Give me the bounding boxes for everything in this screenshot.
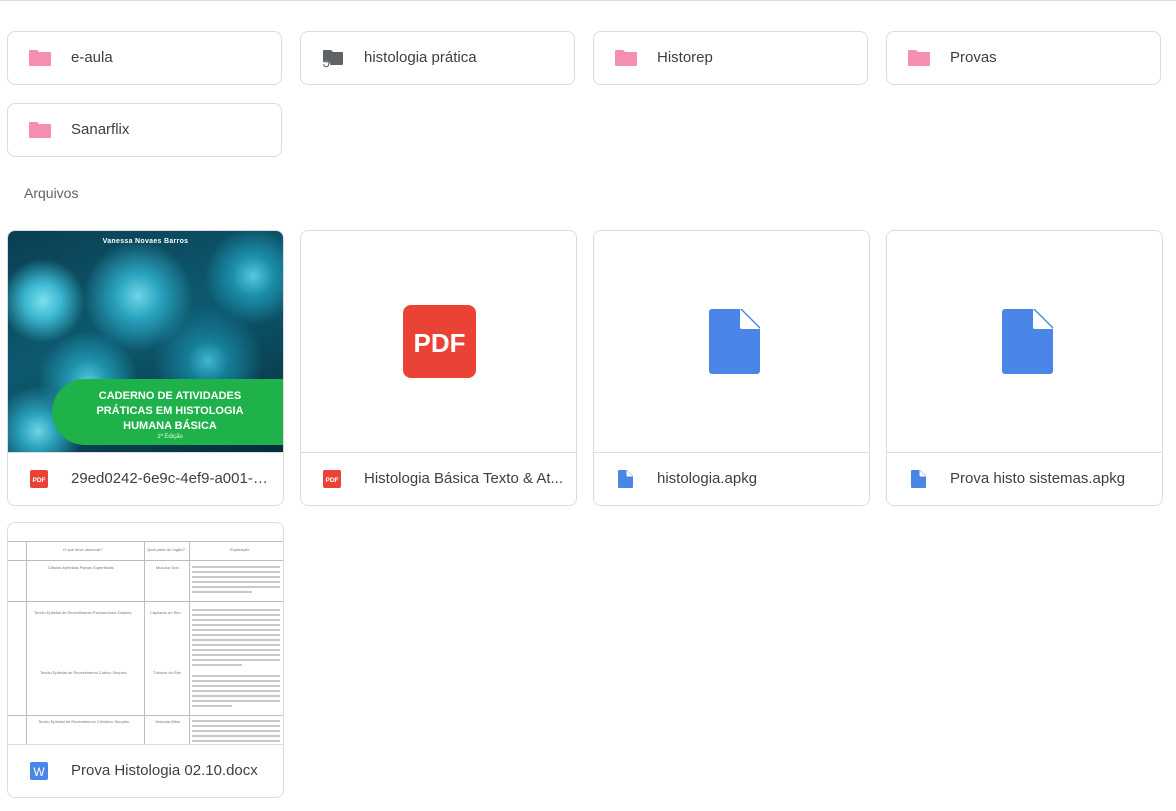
file-icon	[911, 470, 926, 488]
doc-header-cell: Qual parte do órgão?	[147, 547, 185, 552]
file-name: 29ed0242-6e9c-4ef9-a001-6...	[71, 470, 271, 487]
file-footer: PDF Histologia Básica Texto & At...	[301, 452, 576, 505]
book-cover-image: Vanessa Novaes Barros CADERNO DE ATIVIDA…	[8, 231, 283, 452]
svg-text:PDF: PDF	[326, 477, 339, 484]
file-thumbnail: PDF	[301, 231, 576, 452]
folder-icon	[615, 50, 637, 66]
file-name: histologia.apkg	[657, 470, 758, 487]
svg-text:W: W	[33, 765, 45, 779]
file-name: Histologia Básica Texto & At...	[364, 470, 563, 487]
folder-icon	[29, 122, 51, 138]
folder-name: Historep	[657, 49, 713, 66]
doc-row-cell: Capilares do Rim	[150, 610, 181, 615]
file-footer: PDF 29ed0242-6e9c-4ef9-a001-6...	[8, 452, 283, 505]
word-icon: W	[30, 762, 48, 780]
folder-card-sanarflix[interactable]: Sanarflix	[7, 103, 282, 157]
file-card-histologia-apkg[interactable]: histologia.apkg	[593, 230, 870, 506]
file-thumbnail	[887, 231, 1162, 452]
file-large-icon	[1002, 309, 1053, 374]
svg-text:PDF: PDF	[33, 477, 46, 484]
doc-row-cell: Tecido Epitelial de Revestimento Cúbico …	[40, 670, 127, 675]
file-footer: histologia.apkg	[594, 452, 869, 505]
file-thumbnail	[594, 231, 869, 452]
doc-row-cell: Tecido Epitelial de Revestimento Cilíndr…	[38, 719, 129, 724]
folder-card-historep[interactable]: Historep	[593, 31, 868, 85]
file-thumbnail: Vanessa Novaes Barros CADERNO DE ATIVIDA…	[8, 231, 283, 452]
folder-name: Sanarflix	[71, 121, 130, 138]
file-footer: W Prova Histologia 02.10.docx	[8, 744, 283, 797]
file-name: Prova histo sistemas.apkg	[950, 470, 1126, 487]
doc-row-cell: Vesícula Biliar	[155, 719, 181, 724]
folder-name: Provas	[950, 49, 997, 66]
folder-card-histologia-pratica[interactable]: histologia prática	[300, 31, 575, 85]
cover-author: Vanessa Novaes Barros	[102, 238, 189, 245]
top-divider	[0, 0, 1176, 1]
folder-icon	[29, 50, 51, 66]
pdf-icon: PDF	[30, 470, 48, 488]
folder-card-provas[interactable]: Provas	[886, 31, 1161, 85]
shared-folder-icon	[321, 50, 343, 70]
doc-row-cell: Mucosa Oral	[156, 565, 179, 570]
file-footer: Prova histo sistemas.apkg	[887, 452, 1162, 505]
folder-icon	[908, 50, 930, 66]
pdf-large-icon: PDF	[403, 305, 476, 378]
document-preview: O que deve observar? Qual parte do órgão…	[8, 523, 283, 744]
files-section-heading: Arquivos	[24, 185, 79, 201]
file-name: Prova Histologia 02.10.docx	[71, 762, 258, 779]
file-thumbnail: O que deve observar? Qual parte do órgão…	[8, 523, 283, 744]
file-large-icon	[709, 309, 760, 374]
file-icon	[618, 470, 633, 488]
doc-row-cell: Túbulos do Rim	[153, 670, 182, 675]
cover-edition: 1ª Edição	[157, 434, 183, 440]
file-card-book-pdf[interactable]: Vanessa Novaes Barros CADERNO DE ATIVIDA…	[7, 230, 284, 506]
file-card-prova-histologia-docx[interactable]: O que deve observar? Qual parte do órgão…	[7, 522, 284, 798]
folder-name: e-aula	[71, 49, 113, 66]
doc-row-cell: Tecido Epitelial de Revestimento Pavimen…	[34, 610, 132, 615]
pdf-icon: PDF	[323, 470, 341, 488]
file-card-histologia-basica[interactable]: PDF PDF Histologia Básica Texto & At...	[300, 230, 577, 506]
doc-header-cell: Explicação	[230, 547, 250, 552]
cover-title: CADERNO DE ATIVIDADES PRÁTICAS EM HISTOL…	[96, 390, 244, 432]
file-card-prova-histo-sistemas[interactable]: Prova histo sistemas.apkg	[886, 230, 1163, 506]
doc-row-cell: Células Epiteliais Planas Superficiais	[48, 565, 114, 570]
doc-header-cell: O que deve observar?	[63, 547, 103, 552]
folder-card-e-aula[interactable]: e-aula	[7, 31, 282, 85]
folder-name: histologia prática	[364, 49, 477, 66]
svg-text:PDF: PDF	[414, 328, 466, 358]
